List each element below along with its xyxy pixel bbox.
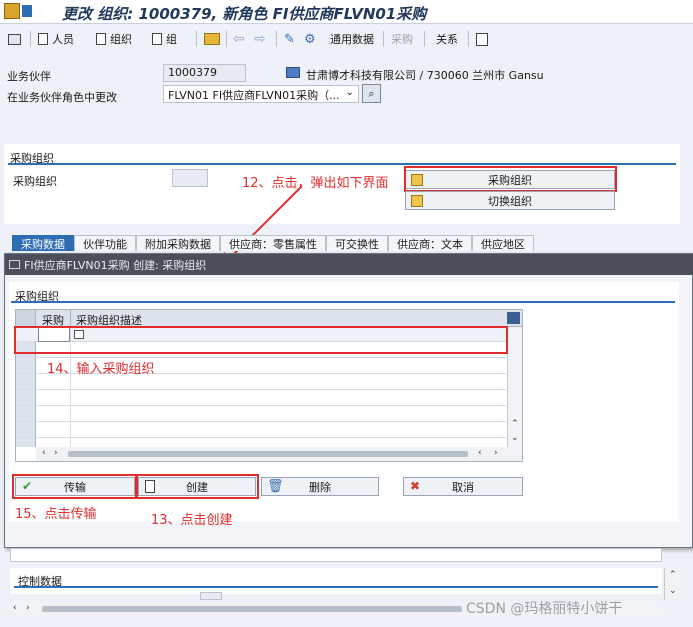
column-settings-icon[interactable] xyxy=(507,312,520,324)
create-org-button[interactable]: 组织 xyxy=(96,28,132,50)
new-document-icon xyxy=(152,33,162,45)
hierarchy-icon[interactable]: ⚙ xyxy=(304,28,316,50)
title-bar: 更改 组织: 1000379, 新角色 FI供应商FLVN01采购 xyxy=(0,0,693,24)
forward-arrow-icon[interactable]: ⇨ xyxy=(254,28,266,50)
toolbar-separator xyxy=(424,31,425,47)
tab-partner-functions[interactable]: 伙伴功能 xyxy=(74,235,136,251)
scroll-up-icon[interactable]: ⌃ xyxy=(511,419,519,429)
bp-label: 业务伙伴 xyxy=(7,70,51,83)
highlight-box-13 xyxy=(135,474,259,499)
window-icon xyxy=(9,260,20,269)
scroll-right-icon[interactable]: › xyxy=(54,448,58,458)
purch-org-field[interactable] xyxy=(172,169,208,187)
dialog-title-bar: FI供应商FLVN01采购 创建: 采购组织 xyxy=(5,254,693,275)
control-data-panel xyxy=(10,568,662,594)
control-data-divider xyxy=(14,586,658,588)
cancel-button[interactable]: ✖ 取消 xyxy=(403,477,523,496)
toolbar-separator xyxy=(30,31,31,47)
toolbar-separator xyxy=(226,31,227,47)
page-vertical-scrollbar[interactable]: ⌃ ⌄ xyxy=(664,568,680,600)
purch-org-label: 采购组织 xyxy=(13,175,57,188)
select-all-cell[interactable] xyxy=(16,310,36,326)
bp-number-field[interactable]: 1000379 xyxy=(163,64,246,82)
table-row xyxy=(16,407,506,422)
watermark: CSDN @玛格丽特小饼干 xyxy=(466,601,623,617)
table-vertical-scrollbar[interactable]: ⌃ ⌄ xyxy=(507,327,522,447)
back-arrow-icon[interactable]: ⇦ xyxy=(233,28,245,50)
new-document-icon xyxy=(96,33,106,45)
window-title: 更改 组织: 1000379, 新角色 FI供应商FLVN01采购 xyxy=(62,5,427,23)
scroll-down-icon[interactable]: ⌄ xyxy=(669,586,677,596)
table-row xyxy=(16,391,506,406)
table-row xyxy=(16,423,506,438)
highlight-box-15 xyxy=(12,474,138,499)
annotation-13: 13、点击创建 xyxy=(151,513,233,528)
create-group-button[interactable]: 组 xyxy=(152,28,177,50)
trash-icon: 🗑 xyxy=(267,479,284,494)
tab-vendor-texts[interactable]: 供应商：文本 xyxy=(388,235,472,251)
other-object-icon[interactable] xyxy=(476,28,488,50)
scroll-left-icon[interactable]: ‹ xyxy=(13,603,17,613)
role-select[interactable]: FLVN01 FI供应商FLVN01采购（... ⌄ xyxy=(163,85,359,103)
search-icon[interactable]: ⌕ xyxy=(362,84,381,103)
background-panel xyxy=(10,548,662,562)
scroll-up-icon[interactable]: ⌃ xyxy=(669,570,677,580)
toolbar-separator xyxy=(276,31,277,47)
highlight-box-14 xyxy=(14,326,508,354)
table-row xyxy=(16,375,506,390)
close-icon: ✖ xyxy=(410,479,421,493)
annotation-15: 15、点击传输 xyxy=(15,507,97,522)
delete-button[interactable]: 🗑 删除 xyxy=(261,477,379,496)
sap-menu-icon[interactable] xyxy=(4,3,20,19)
column-divider xyxy=(70,310,71,326)
tab-retail-attributes[interactable]: 供应商：零售属性 xyxy=(220,235,326,251)
list-icon[interactable] xyxy=(8,28,21,50)
toolbar-separator xyxy=(196,31,197,47)
highlight-box-12 xyxy=(404,166,617,192)
purchasing-button[interactable]: 采购 xyxy=(391,28,413,50)
chevron-down-icon: ⌄ xyxy=(345,87,354,98)
switch-icon xyxy=(411,195,423,207)
create-purch-org-dialog: FI供应商FLVN01采购 创建: 采购组织 采购组织 采购 采购组织描述 ⌃ … xyxy=(4,253,693,548)
table-header: 采购 采购组织描述 xyxy=(16,310,522,327)
tab-strip: 采购数据 伙伴功能 附加采购数据 供应商：零售属性 可交换性 供应商：文本 供应… xyxy=(12,235,534,251)
new-document-icon xyxy=(38,33,48,45)
relations-button[interactable]: 关系 xyxy=(436,28,458,50)
general-data-button[interactable]: 通用数据 xyxy=(330,28,374,50)
scroll-right-icon[interactable]: › xyxy=(494,448,498,458)
dialog-section-divider xyxy=(11,301,675,303)
organization-icon xyxy=(286,67,300,78)
folder-icon xyxy=(204,33,220,45)
scroll-right-icon[interactable]: › xyxy=(26,603,30,613)
table-horizontal-scrollbar[interactable]: ‹ › ‹ › xyxy=(36,447,522,461)
tab-supply-region[interactable]: 供应地区 xyxy=(472,235,534,251)
scroll-thumb[interactable] xyxy=(68,451,468,457)
toolbar-separator xyxy=(468,31,469,47)
role-label: 在业务伙伴角色中更改 xyxy=(7,91,117,104)
scroll-thumb[interactable] xyxy=(42,606,462,612)
scroll-down-icon[interactable]: ⌄ xyxy=(511,433,519,443)
control-data-field[interactable] xyxy=(200,592,222,600)
open-folder-button[interactable] xyxy=(204,28,220,50)
switch-org-button[interactable]: 切换组织 xyxy=(405,191,615,210)
scroll-left-icon[interactable]: ‹ xyxy=(42,448,46,458)
annotation-14: 14、输入采购组织 xyxy=(47,362,155,377)
scroll-left-icon[interactable]: ‹ xyxy=(478,448,482,458)
bp-description: 甘肃博才科技有限公司 / 730060 兰州市 Gansu xyxy=(306,69,544,82)
tab-purchasing-data[interactable]: 采购数据 xyxy=(12,235,74,251)
toolbar-separator xyxy=(383,31,384,47)
sap-logo-icon xyxy=(22,5,32,17)
section-divider xyxy=(8,163,676,165)
tab-interchangeability[interactable]: 可交换性 xyxy=(326,235,388,251)
create-person-button[interactable]: 人员 xyxy=(38,28,74,50)
tab-additional-purch-data[interactable]: 附加采购数据 xyxy=(136,235,220,251)
application-toolbar: 人员 组织 组 ⇦ ⇨ ✎ ⚙ 通用数据 采购 关系 xyxy=(0,28,693,50)
change-display-icon[interactable]: ✎ xyxy=(284,28,295,50)
